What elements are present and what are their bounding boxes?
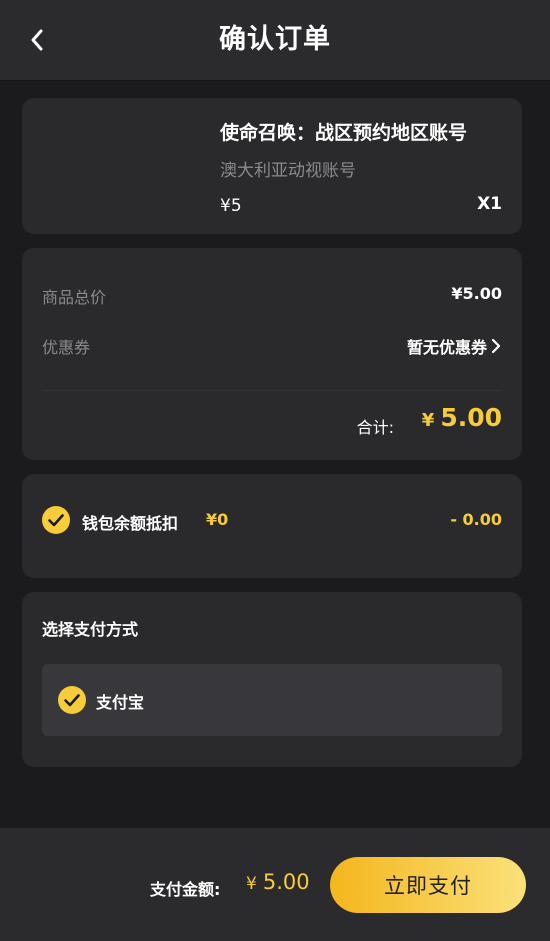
total-currency: ¥ bbox=[421, 410, 435, 431]
chevron-left-icon bbox=[31, 29, 43, 51]
divider bbox=[42, 390, 502, 391]
total-label: 合计: bbox=[356, 418, 394, 437]
subtotal-label: 商品总价 bbox=[42, 288, 107, 307]
payment-selected-check-icon bbox=[58, 686, 86, 714]
wallet-deduct-label: 钱包余额抵扣 bbox=[82, 514, 179, 533]
pay-amount-label: 支付金额: bbox=[150, 880, 221, 899]
pay-amount-value: ¥5.00 bbox=[246, 870, 310, 894]
payment-option-alipay[interactable]: 支付宝 bbox=[42, 664, 502, 736]
payment-option-label: 支付宝 bbox=[96, 693, 145, 712]
product-quantity: X1 bbox=[477, 194, 502, 214]
wallet-checkbox-checked-icon[interactable] bbox=[42, 506, 70, 534]
header-bar: 确认订单 bbox=[0, 0, 550, 81]
price-summary-card: 商品总价 ¥5.00 优惠券 暂无优惠券 合计: ¥5.00 bbox=[22, 248, 522, 460]
pay-amount-currency: ¥ bbox=[246, 874, 257, 894]
chevron-right-icon bbox=[491, 338, 501, 354]
payment-section-title: 选择支付方式 bbox=[42, 620, 139, 639]
product-subtitle: 澳大利亚动视账号 bbox=[220, 161, 356, 181]
subtotal-value: ¥5.00 bbox=[451, 284, 502, 303]
product-card[interactable]: 使命召唤：战区预约地区账号 澳大利亚动视账号 ¥5 X1 bbox=[22, 98, 522, 234]
pay-now-button[interactable]: 立即支付 bbox=[330, 857, 526, 913]
coupon-label: 优惠券 bbox=[42, 338, 91, 357]
total-value: ¥5.00 bbox=[422, 403, 502, 432]
coupon-value: 暂无优惠券 bbox=[406, 338, 487, 357]
back-button[interactable] bbox=[22, 25, 52, 55]
checkout-bar: 支付金额: ¥5.00 立即支付 bbox=[0, 828, 550, 941]
pay-amount-number: 5.00 bbox=[262, 870, 310, 894]
order-confirm-page: 确认订单 使命召唤：战区预约地区账号 澳大利亚动视账号 ¥5 X1 商品总价 ¥… bbox=[0, 0, 550, 941]
product-price: ¥5 bbox=[220, 196, 242, 216]
payment-method-card: 选择支付方式 支付宝 bbox=[22, 592, 522, 767]
wallet-card: 钱包余额抵扣 ¥0 - 0.00 bbox=[22, 474, 522, 578]
product-title: 使命召唤：战区预约地区账号 bbox=[220, 122, 468, 144]
coupon-selector[interactable]: 暂无优惠券 bbox=[407, 334, 502, 358]
page-title: 确认订单 bbox=[219, 24, 331, 55]
total-amount: 5.00 bbox=[440, 403, 502, 432]
wallet-balance: ¥0 bbox=[206, 510, 229, 529]
wallet-deduction-amount: - 0.00 bbox=[450, 510, 502, 529]
